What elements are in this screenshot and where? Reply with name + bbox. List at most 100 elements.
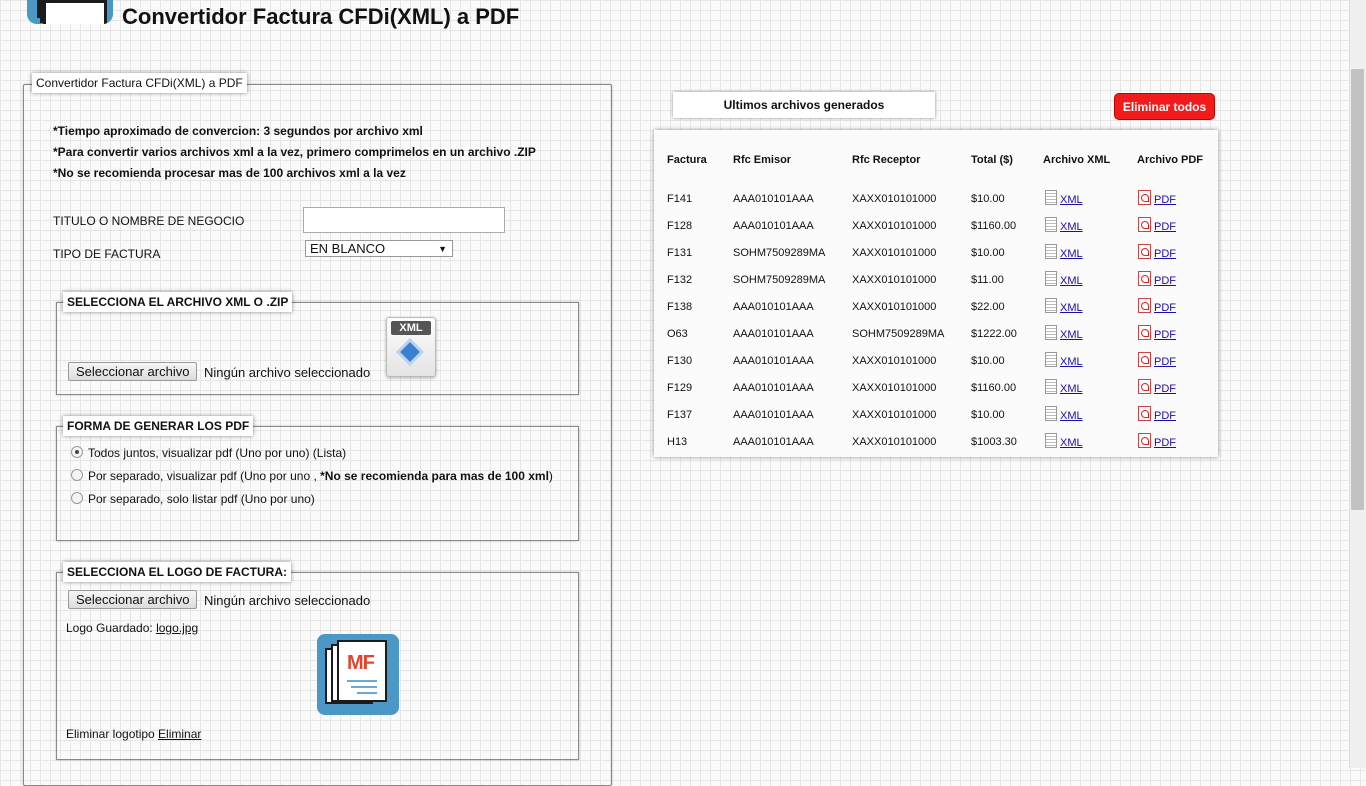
xml-badge: XML bbox=[391, 321, 431, 335]
xml-link[interactable]: XML bbox=[1060, 194, 1083, 206]
cell-factura: F141 bbox=[667, 193, 693, 205]
note-zip: *Para convertir varios archivos xml a la… bbox=[53, 145, 536, 159]
xml-link[interactable]: XML bbox=[1060, 302, 1083, 314]
document-icon bbox=[1045, 217, 1057, 232]
xml-download-link[interactable]: XML bbox=[1045, 325, 1083, 341]
document-icon bbox=[1045, 244, 1057, 259]
pdf-icon bbox=[1138, 325, 1151, 340]
xml-upload-section bbox=[56, 302, 579, 395]
mode-option-all-together[interactable]: Todos juntos, visualizar pdf (Uno por un… bbox=[71, 446, 346, 460]
pdf-link[interactable]: PDF bbox=[1154, 194, 1176, 206]
cell-total: $10.00 bbox=[971, 247, 1005, 259]
cell-total: $10.00 bbox=[971, 193, 1005, 205]
cell-factura: F132 bbox=[667, 274, 693, 286]
radio-icon[interactable] bbox=[71, 492, 83, 504]
pdf-link[interactable]: PDF bbox=[1154, 221, 1176, 233]
delete-all-button[interactable]: Eliminar todos bbox=[1114, 93, 1215, 120]
xml-link[interactable]: XML bbox=[1060, 248, 1083, 260]
xml-link[interactable]: XML bbox=[1060, 221, 1083, 233]
pdf-icon bbox=[1138, 244, 1151, 259]
radio-icon[interactable] bbox=[71, 469, 83, 481]
cell-rfc-emisor: AAA010101AAA bbox=[733, 436, 814, 448]
radio-checked-icon[interactable] bbox=[71, 446, 83, 458]
pdf-link[interactable]: PDF bbox=[1154, 329, 1176, 341]
pdf-link[interactable]: PDF bbox=[1154, 410, 1176, 422]
pdf-download-link[interactable]: PDF bbox=[1138, 271, 1176, 287]
mode-option-separate-view[interactable]: Por separado, visualizar pdf (Uno por un… bbox=[71, 469, 553, 483]
logo-file-status: Ningún archivo seleccionado bbox=[204, 593, 371, 608]
pdf-icon bbox=[1138, 379, 1151, 394]
delete-logo-link[interactable]: Eliminar bbox=[158, 727, 201, 741]
cell-total: $22.00 bbox=[971, 301, 1005, 313]
col-rfc-emisor: Rfc Emisor bbox=[733, 154, 792, 166]
xml-file-icon: XML bbox=[386, 317, 436, 377]
xml-link[interactable]: XML bbox=[1060, 437, 1083, 449]
pdf-download-link[interactable]: PDF bbox=[1138, 190, 1176, 206]
xml-download-link[interactable]: XML bbox=[1045, 244, 1083, 260]
xml-download-link[interactable]: XML bbox=[1045, 379, 1083, 395]
pdf-link[interactable]: PDF bbox=[1154, 383, 1176, 395]
xml-link[interactable]: XML bbox=[1060, 275, 1083, 287]
xml-download-link[interactable]: XML bbox=[1045, 217, 1083, 233]
page-title: Convertidor Factura CFDi(XML) a PDF bbox=[122, 4, 520, 29]
document-icon bbox=[1045, 352, 1057, 367]
invoice-type-label: TIPO DE FACTURA bbox=[53, 247, 161, 261]
xml-download-link[interactable]: XML bbox=[1045, 433, 1083, 449]
converter-panel-legend: Convertidor Factura CFDi(XML) a PDF bbox=[32, 73, 247, 93]
pdf-download-link[interactable]: PDF bbox=[1138, 352, 1176, 368]
document-icon bbox=[1045, 433, 1057, 448]
xml-file-button[interactable]: Seleccionar archivo bbox=[68, 362, 198, 381]
pdf-download-link[interactable]: PDF bbox=[1138, 217, 1176, 233]
cell-total: $10.00 bbox=[971, 355, 1005, 367]
cell-rfc-receptor: XAXX010101000 bbox=[852, 247, 937, 259]
pdf-link[interactable]: PDF bbox=[1154, 302, 1176, 314]
pdf-download-link[interactable]: PDF bbox=[1138, 298, 1176, 314]
cell-factura: F129 bbox=[667, 382, 693, 394]
cell-factura: F128 bbox=[667, 220, 693, 232]
xml-link[interactable]: XML bbox=[1060, 356, 1083, 368]
xml-link[interactable]: XML bbox=[1060, 410, 1083, 422]
cell-rfc-emisor: AAA010101AAA bbox=[733, 193, 814, 205]
xml-download-link[interactable]: XML bbox=[1045, 352, 1083, 368]
cell-rfc-receptor: SOHM7509289MA bbox=[852, 328, 945, 340]
pdf-icon bbox=[1138, 190, 1151, 205]
document-icon bbox=[1045, 190, 1057, 205]
pdf-download-link[interactable]: PDF bbox=[1138, 325, 1176, 341]
xml-link[interactable]: XML bbox=[1060, 383, 1083, 395]
scrollbar-thumb[interactable] bbox=[1351, 69, 1364, 510]
cell-rfc-emisor: SOHM7509289MA bbox=[733, 274, 826, 286]
xml-upload-legend: SELECCIONA EL ARCHIVO XML O .ZIP bbox=[63, 292, 293, 312]
saved-logo-row: Logo Guardado: logo.jpg bbox=[66, 621, 199, 635]
pdf-link[interactable]: PDF bbox=[1154, 437, 1176, 449]
mode-option-separate-list[interactable]: Por separado, solo listar pdf (Uno por u… bbox=[71, 492, 315, 506]
saved-logo-link[interactable]: logo.jpg bbox=[156, 621, 198, 635]
pdf-download-link[interactable]: PDF bbox=[1138, 433, 1176, 449]
xml-download-link[interactable]: XML bbox=[1045, 406, 1083, 422]
logo-text: MF bbox=[347, 652, 375, 674]
cell-total: $1160.00 bbox=[971, 382, 1017, 394]
xml-download-link[interactable]: XML bbox=[1045, 298, 1083, 314]
xml-download-link[interactable]: XML bbox=[1045, 271, 1083, 287]
xml-download-link[interactable]: XML bbox=[1045, 190, 1083, 206]
invoice-type-selected: EN BLANCO bbox=[310, 241, 386, 256]
xml-file-status: Ningún archivo seleccionado bbox=[204, 365, 371, 380]
pdf-link[interactable]: PDF bbox=[1154, 275, 1176, 287]
pdf-link[interactable]: PDF bbox=[1154, 356, 1176, 368]
pdf-download-link[interactable]: PDF bbox=[1138, 406, 1176, 422]
xml-link[interactable]: XML bbox=[1060, 329, 1083, 341]
cell-rfc-emisor: AAA010101AAA bbox=[733, 409, 814, 421]
pdf-download-link[interactable]: PDF bbox=[1138, 244, 1176, 260]
logo-file-button[interactable]: Seleccionar archivo bbox=[68, 590, 198, 609]
document-icon bbox=[1045, 325, 1057, 340]
cell-factura: F137 bbox=[667, 409, 693, 421]
pdf-link[interactable]: PDF bbox=[1154, 248, 1176, 260]
app-logo-icon bbox=[27, 0, 113, 24]
col-factura: Factura bbox=[667, 154, 707, 166]
cell-rfc-emisor: AAA010101AAA bbox=[733, 355, 814, 367]
col-archivo-pdf: Archivo PDF bbox=[1137, 154, 1204, 166]
business-title-input[interactable] bbox=[303, 207, 505, 233]
cell-rfc-receptor: XAXX010101000 bbox=[852, 436, 937, 448]
invoice-type-select[interactable]: EN BLANCO ▼ bbox=[305, 240, 453, 257]
col-archivo-xml: Archivo XML bbox=[1043, 154, 1111, 166]
pdf-download-link[interactable]: PDF bbox=[1138, 379, 1176, 395]
